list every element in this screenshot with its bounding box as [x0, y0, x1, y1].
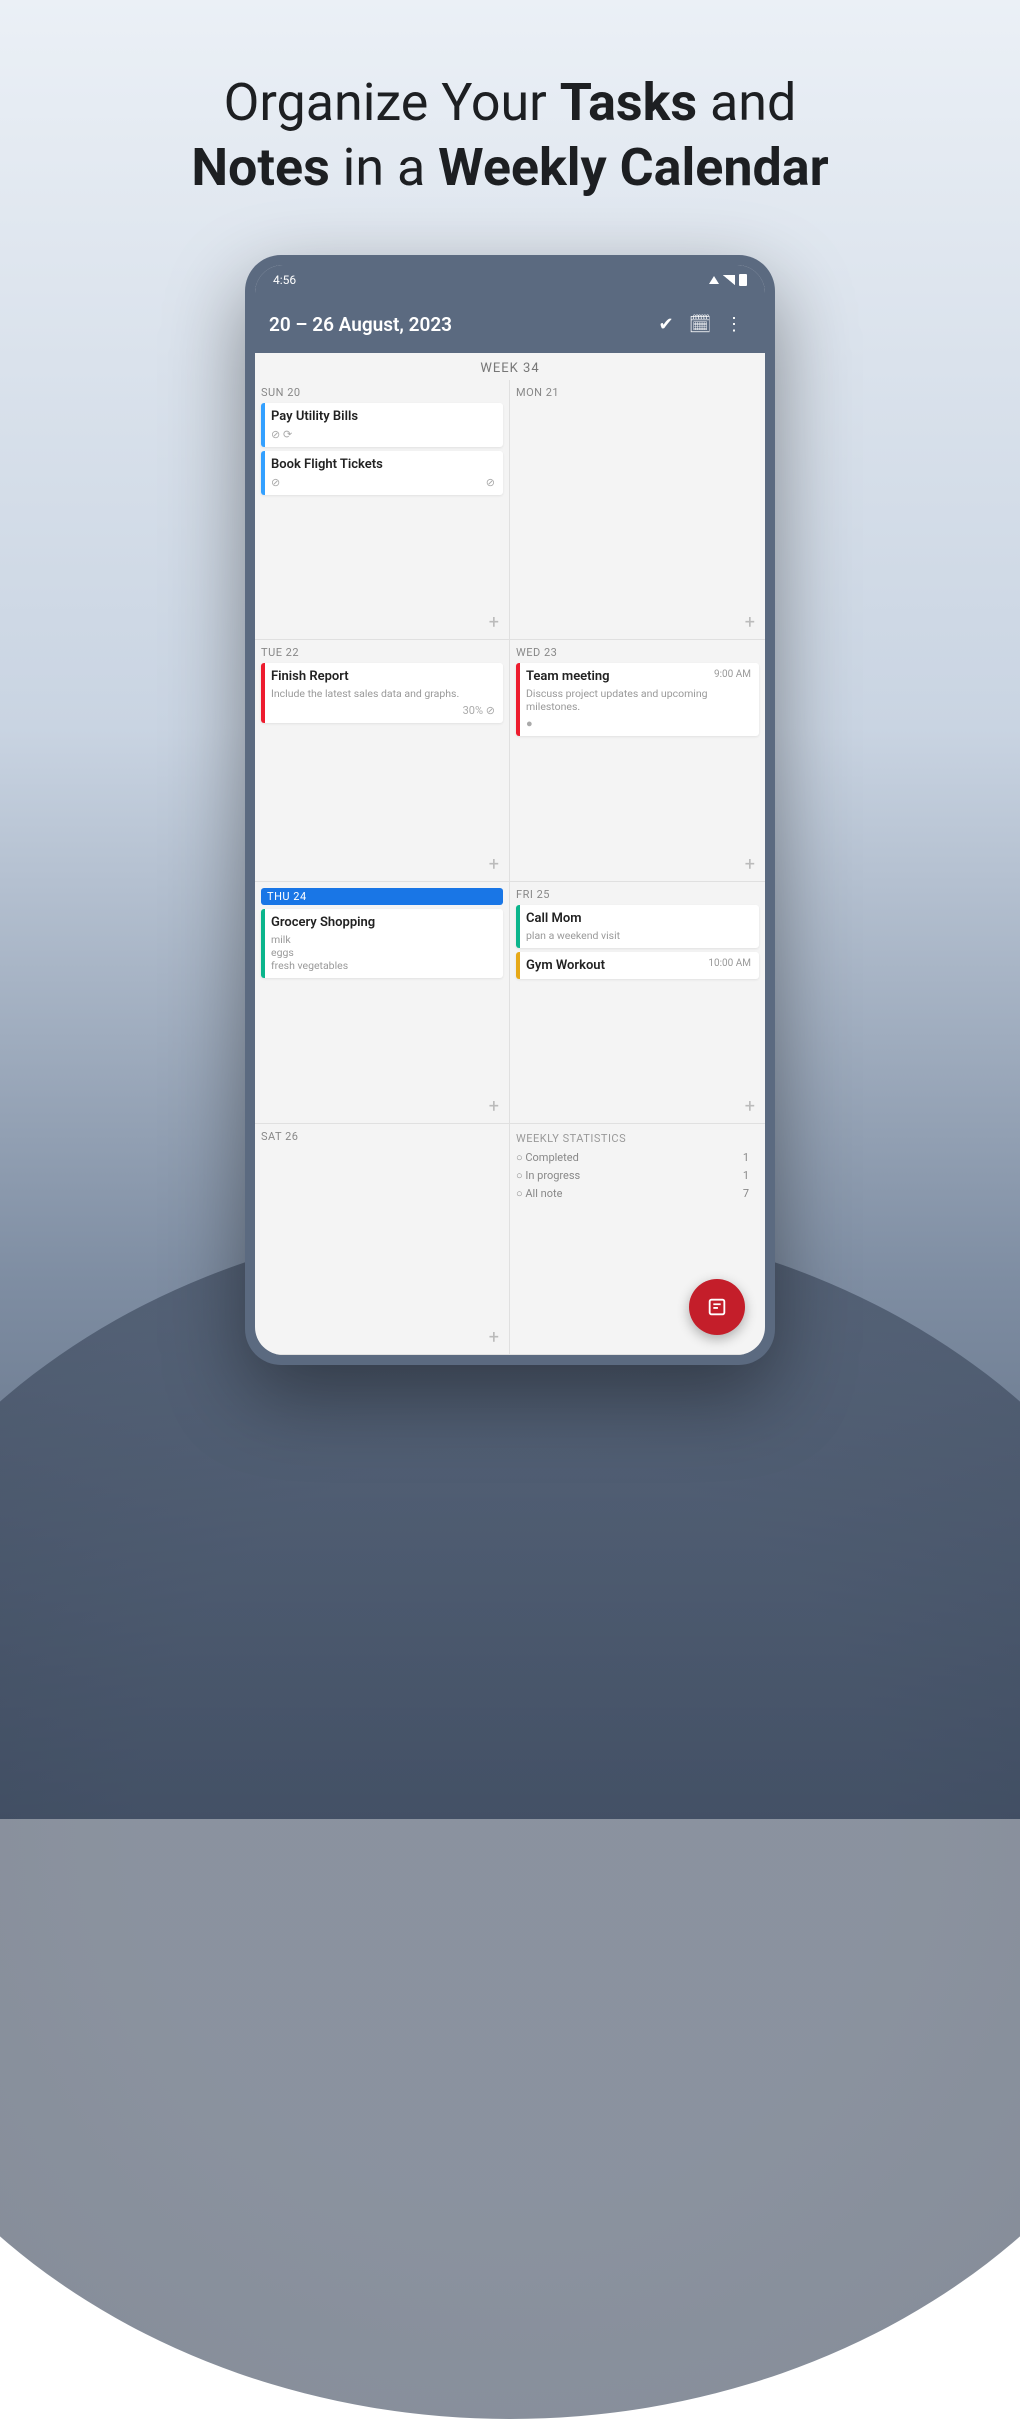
- status-time: 4:56: [273, 273, 296, 287]
- task-card[interactable]: 9:00 AMTeam meetingDiscuss project updat…: [516, 663, 759, 736]
- add-task-button[interactable]: +: [261, 852, 503, 877]
- check-circle-icon[interactable]: ✔: [649, 314, 683, 335]
- week-label: WEEK 34: [255, 353, 765, 380]
- task-card[interactable]: 10:00 AMGym Workout: [516, 952, 759, 979]
- task-desc: plan a weekend visit: [526, 929, 751, 942]
- day-cell[interactable]: SUN 20 Pay Utility Bills ⊘ ⟳ Book Flight Ti…: [255, 380, 510, 640]
- task-time: 9:00 AM: [714, 669, 751, 680]
- day-cell[interactable]: WED 23 9:00 AMTeam meetingDiscuss project…: [510, 640, 765, 881]
- add-task-button[interactable]: +: [261, 1325, 503, 1350]
- task-meta-right: ⊘: [486, 476, 495, 489]
- task-title: Pay Utility Bills: [271, 409, 495, 424]
- day-header: WED 23: [516, 646, 759, 659]
- task-meta-left: ⊘ ⟳: [271, 428, 292, 441]
- signal-icon: [723, 275, 735, 285]
- task-meta-left: ⊘: [271, 476, 280, 489]
- task-meta-left: ●: [526, 717, 533, 730]
- task-card[interactable]: Call Mom plan a weekend visit: [516, 905, 759, 948]
- day-header: TUE 22: [261, 646, 503, 659]
- stats-row: ○ In progress1: [516, 1167, 759, 1185]
- note-add-icon: [706, 1296, 728, 1318]
- task-card[interactable]: Book Flight Tickets ⊘ ⊘: [261, 451, 503, 495]
- date-range-title[interactable]: 20 – 26 August, 2023: [269, 313, 649, 336]
- stats-header: WEEKLY STATISTICS: [516, 1130, 759, 1148]
- task-desc: Discuss project updates and upcoming mil…: [526, 687, 751, 713]
- promo-headline: Organize Your Tasks and Notes in a Weekl…: [0, 0, 1020, 200]
- day-cell[interactable]: TUE 22 Finish Report Include the latest sa…: [255, 640, 510, 881]
- task-title: Call Mom: [526, 911, 751, 926]
- day-cell[interactable]: SAT 26 +: [255, 1124, 510, 1355]
- task-card[interactable]: Finish Report Include the latest sales da…: [261, 663, 503, 723]
- day-cell[interactable]: FRI 25 Call Mom plan a weekend visit 10:00 …: [510, 882, 765, 1124]
- stats-row: ○ All note7: [516, 1185, 759, 1203]
- calendar-icon[interactable]: 🗓: [683, 314, 717, 335]
- wifi-icon: [709, 276, 719, 284]
- day-header: FRI 25: [516, 888, 759, 901]
- day-header: SUN 20: [261, 386, 503, 399]
- stats-row: ○ Completed1: [516, 1149, 759, 1167]
- battery-icon: [739, 274, 747, 286]
- status-bar: 4:56: [255, 265, 765, 295]
- day-header: THU 24: [261, 888, 503, 905]
- fab-add-button[interactable]: [689, 1279, 745, 1335]
- more-icon[interactable]: ⋮: [717, 314, 751, 335]
- task-card[interactable]: Pay Utility Bills ⊘ ⟳: [261, 403, 503, 447]
- task-meta-right: 30% ⊘: [463, 704, 495, 717]
- task-card[interactable]: Grocery Shopping milkeggsfresh vegetables: [261, 909, 503, 978]
- phone-frame: 4:56 20 – 26 August, 2023 ✔ 🗓 ⋮ WEEK 34 …: [245, 255, 775, 1365]
- add-task-button[interactable]: +: [516, 852, 759, 877]
- app-bar: 20 – 26 August, 2023 ✔ 🗓 ⋮: [255, 295, 765, 353]
- task-desc: Include the latest sales data and graphs…: [271, 687, 495, 700]
- day-header: SAT 26: [261, 1130, 503, 1143]
- day-cell[interactable]: THU 24 Grocery Shopping milkeggsfresh vege…: [255, 882, 510, 1124]
- task-time: 10:00 AM: [708, 958, 751, 969]
- add-task-button[interactable]: +: [261, 610, 503, 635]
- task-title: Grocery Shopping: [271, 915, 495, 930]
- task-desc: milkeggsfresh vegetables: [271, 933, 495, 972]
- task-title: Book Flight Tickets: [271, 457, 495, 472]
- task-title: Finish Report: [271, 669, 495, 684]
- day-header: MON 21: [516, 386, 759, 399]
- day-cell[interactable]: MON 21 +: [510, 380, 765, 640]
- add-task-button[interactable]: +: [516, 610, 759, 635]
- add-task-button[interactable]: +: [516, 1094, 759, 1119]
- add-task-button[interactable]: +: [261, 1094, 503, 1119]
